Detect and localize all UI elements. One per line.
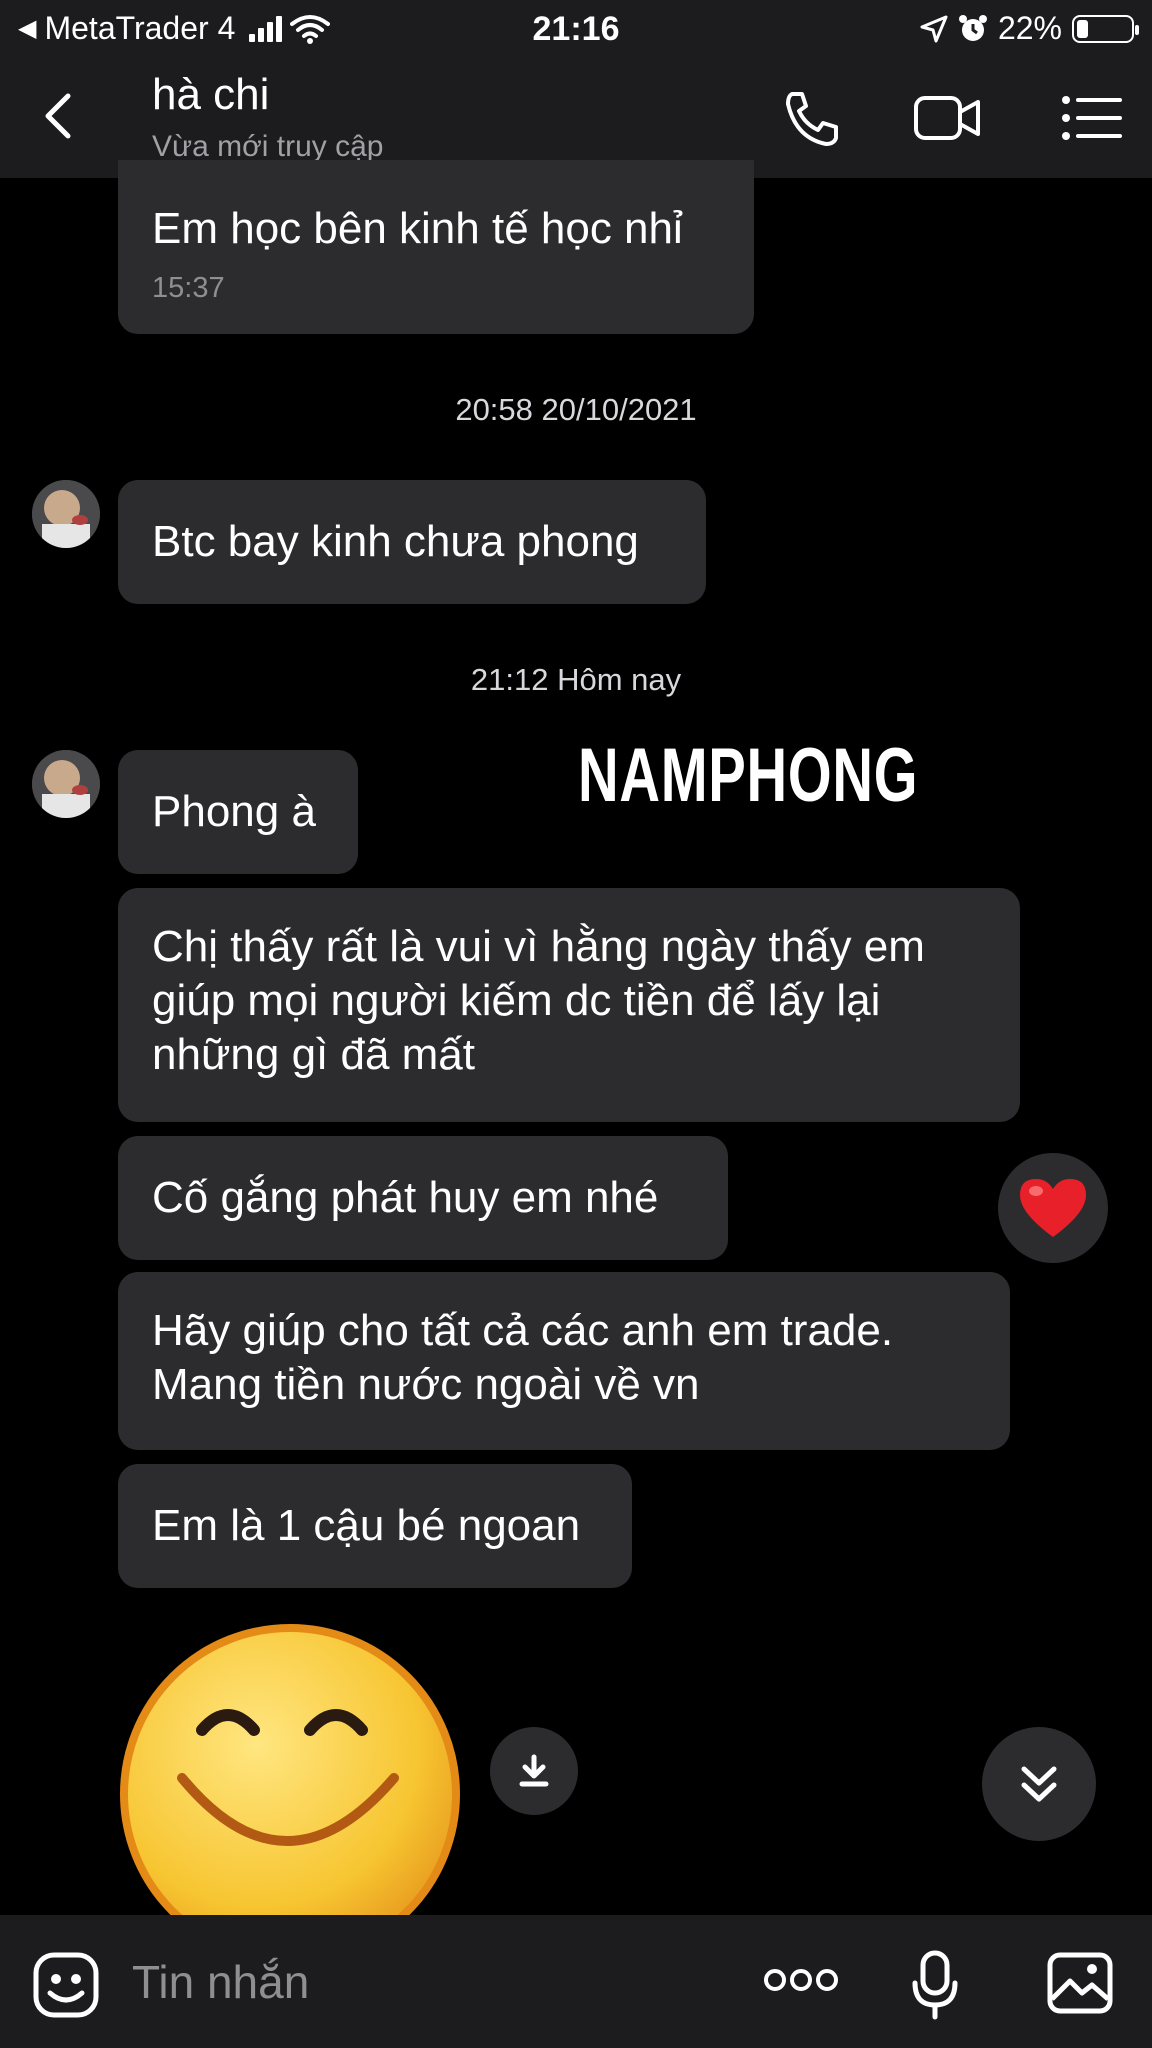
message-input[interactable]: Tin nhắn xyxy=(132,1955,309,2009)
scroll-to-bottom-button[interactable] xyxy=(982,1727,1096,1841)
battery-icon xyxy=(1072,14,1139,43)
emoji-icon[interactable] xyxy=(32,1951,100,2019)
status-bar: ◀ MetaTrader 4 21:16 22% xyxy=(0,0,1152,58)
message-bubble[interactable]: Cố gắng phát huy em nhé xyxy=(118,1136,728,1260)
image-icon[interactable] xyxy=(1046,1951,1114,2015)
status-right: 22% xyxy=(920,10,1139,47)
more-dots-icon[interactable] xyxy=(762,1965,840,1995)
avatar[interactable] xyxy=(32,480,100,548)
location-arrow-icon xyxy=(920,15,948,42)
message-bubble[interactable]: Em là 1 cậu bé ngoan xyxy=(118,1464,632,1588)
message-bubble[interactable]: Btc bay kinh chưa phong xyxy=(118,480,706,604)
avatar[interactable] xyxy=(32,750,100,818)
download-icon xyxy=(519,1754,549,1787)
message-composer: Tin nhắn xyxy=(0,1915,1152,2048)
message-bubble[interactable]: Phong à xyxy=(118,750,358,874)
reaction-badge[interactable] xyxy=(998,1153,1108,1263)
message-text: Em là 1 cậu bé ngoan xyxy=(152,1501,581,1550)
message-text: Phong à xyxy=(152,787,316,836)
contact-name[interactable]: hà chi xyxy=(152,70,269,120)
top-bar: ◀ MetaTrader 4 21:16 22% hà chi Vừa mới … xyxy=(0,0,1152,178)
heart-icon xyxy=(1020,1179,1086,1237)
contact-status: Vừa mới truy cập xyxy=(152,130,384,163)
message-bubble[interactable]: Em học bên kinh tế học nhỉ 15:37 xyxy=(118,160,754,334)
message-text: Em học bên kinh tế học nhỉ xyxy=(152,204,683,253)
message-text: Btc bay kinh chưa phong xyxy=(152,517,639,566)
message-text: Chị thấy rất là vui vì hằng ngày thấy em… xyxy=(152,922,925,1079)
double-chevron-down-icon xyxy=(1021,1766,1057,1802)
menu-list-icon[interactable] xyxy=(1060,88,1130,148)
message-time: 15:37 xyxy=(152,272,225,304)
download-button[interactable] xyxy=(490,1727,578,1815)
video-call-icon[interactable] xyxy=(912,88,982,148)
smiley-sticker[interactable] xyxy=(118,1622,462,1922)
phone-icon[interactable] xyxy=(778,88,848,148)
message-text: Hãy giúp cho tất cả các anh em trade. Ma… xyxy=(152,1306,894,1409)
alarm-icon xyxy=(958,14,987,41)
battery-percent: 22% xyxy=(997,10,1062,46)
message-bubble[interactable]: Hãy giúp cho tất cả các anh em trade. Ma… xyxy=(118,1272,1010,1450)
date-separator: 20:58 20/10/2021 xyxy=(455,392,697,427)
microphone-icon[interactable] xyxy=(910,1949,960,2021)
watermark: NAMPHONG xyxy=(578,733,919,818)
message-bubble[interactable]: Chị thấy rất là vui vì hằng ngày thấy em… xyxy=(118,888,1020,1122)
back-chevron-icon[interactable] xyxy=(30,86,90,146)
message-text: Cố gắng phát huy em nhé xyxy=(152,1173,659,1222)
date-separator: 21:12 Hôm nay xyxy=(470,662,682,697)
